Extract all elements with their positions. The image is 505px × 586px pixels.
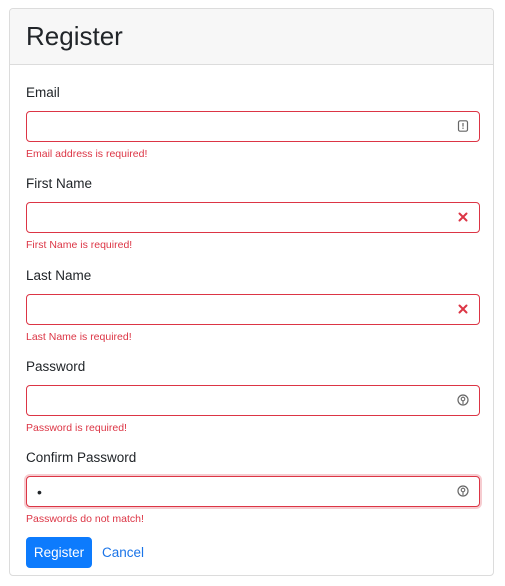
email-label: Email xyxy=(26,85,60,100)
password-manager-icon[interactable] xyxy=(457,485,469,497)
error-x-icon xyxy=(458,212,468,222)
register-form: Email Email address is required! First N… xyxy=(10,85,493,568)
confirm-password-label: Confirm Password xyxy=(26,450,137,465)
register-button[interactable]: Register xyxy=(26,537,92,568)
confirm-password-error: Passwords do not match! xyxy=(26,513,144,525)
password-input[interactable] xyxy=(27,386,479,415)
first-name-error: First Name is required! xyxy=(26,239,133,251)
page-title: Register xyxy=(26,21,123,51)
last-name-group: Last Name Last Name is required! xyxy=(26,268,480,343)
info-card-icon[interactable] xyxy=(457,120,469,132)
last-name-input[interactable] xyxy=(27,295,479,324)
email-group: Email Email address is required! xyxy=(26,85,480,160)
password-error: Password is required! xyxy=(26,422,127,434)
first-name-label: First Name xyxy=(26,176,93,191)
first-name-input[interactable] xyxy=(27,203,479,232)
confirm-password-group: Confirm Password Passwords do not match! xyxy=(26,450,480,525)
first-name-group: First Name First Name is required! xyxy=(26,176,480,251)
email-input[interactable] xyxy=(27,112,479,141)
card-header: Register xyxy=(10,9,493,65)
password-label: Password xyxy=(26,359,86,374)
cancel-link[interactable]: Cancel xyxy=(102,545,144,560)
email-input-wrapper xyxy=(26,111,480,142)
password-input-wrapper xyxy=(26,385,480,416)
email-error: Email address is required! xyxy=(26,148,148,160)
first-name-input-wrapper xyxy=(26,202,480,233)
password-manager-icon[interactable] xyxy=(457,394,469,406)
confirm-password-input[interactable] xyxy=(27,477,479,506)
last-name-input-wrapper xyxy=(26,294,480,325)
register-card: Register Email Email address is required… xyxy=(9,8,494,576)
confirm-password-input-wrapper xyxy=(26,476,480,507)
error-x-icon xyxy=(458,304,468,314)
last-name-label: Last Name xyxy=(26,268,92,283)
password-group: Password Password is required! xyxy=(26,359,480,434)
form-actions: Register Cancel xyxy=(26,537,479,568)
last-name-error: Last Name is required! xyxy=(26,331,132,343)
